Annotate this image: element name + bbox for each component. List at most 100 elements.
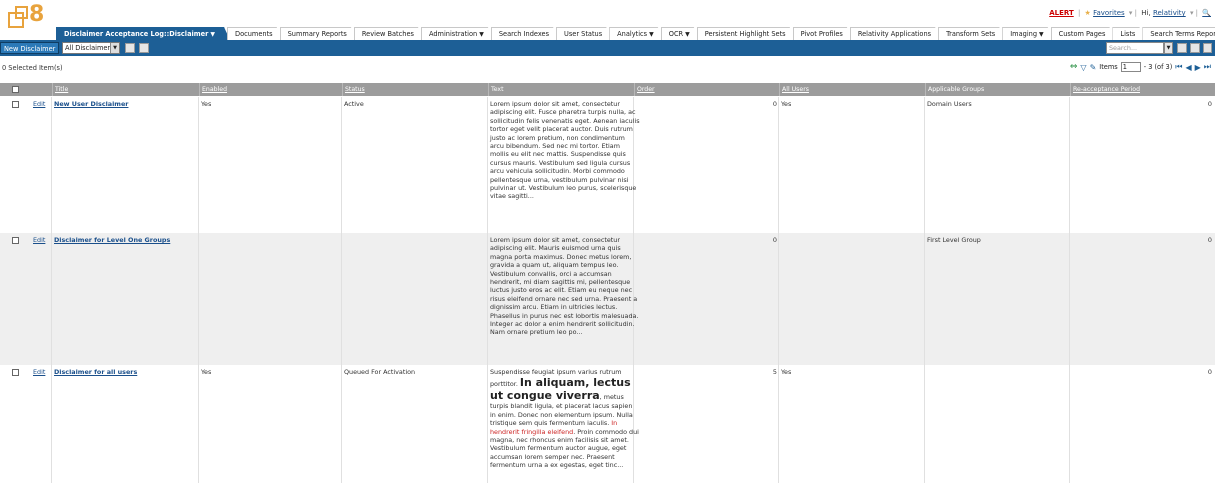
column-header-re-acceptance-period[interactable]: Re-acceptance Period [1070, 83, 1215, 96]
chevron-down-icon[interactable]: ▼ [1164, 42, 1173, 54]
tab-ocr[interactable]: OCR ▼ [661, 27, 700, 40]
grid-header: Title Enabled Status Text Order All Users Appl… [0, 83, 1215, 96]
tab-label: Pivot Profiles [800, 30, 843, 38]
relativity-logo[interactable]: 8 [8, 2, 44, 34]
reacceptance-period-value: 0 [1207, 100, 1212, 108]
help-search-icon[interactable]: 🔍 [1202, 9, 1211, 17]
view-select[interactable]: All Disclaimers ▼ [62, 42, 120, 54]
tab-search-terms-report[interactable]: Search Terms Report▼ [1142, 27, 1215, 40]
column-header-applicable-groups: Applicable Groups [925, 83, 1070, 96]
tab-label: Lists [1120, 30, 1136, 38]
tab-label: Documents [235, 30, 273, 38]
column-header-text: Text [488, 83, 634, 96]
disclaimer-text: Lorem ipsum dolor sit amet, consectetur … [490, 236, 640, 337]
search-placeholder: Search... [1109, 44, 1138, 52]
tab-relativity-applications[interactable]: Relativity Applications [850, 27, 941, 40]
column-header-title[interactable]: Title [52, 83, 199, 96]
tab-label: Analytics [617, 30, 648, 38]
search-options-icon[interactable] [1177, 43, 1187, 53]
selection-bar: 0 Selected Item(s) ⇔ ▽ ✎ Items 1 - 3 (of… [0, 60, 1215, 76]
tab-disclaimer-acceptance-log-disclaimer[interactable]: Disclaimer Acceptance Log::Disclaimer ▼ [56, 27, 230, 40]
user-menu-link[interactable]: Relativity [1153, 9, 1186, 17]
tab-label: Disclaimer Acceptance Log::Disclaimer [64, 30, 209, 38]
tab-label: Transform Sets [946, 30, 996, 38]
print-icon[interactable] [1190, 43, 1200, 53]
column-header-status[interactable]: Status [342, 83, 488, 96]
prev-page-icon[interactable]: ◀ [1185, 63, 1191, 72]
range-label: - 3 (of 3) [1143, 63, 1173, 71]
new-view-icon[interactable] [139, 43, 149, 53]
reacceptance-period-value: 0 [1207, 236, 1212, 244]
next-page-icon[interactable]: ▶ [1195, 63, 1201, 72]
row-checkbox[interactable] [12, 369, 19, 376]
text-fragment: Lorem ipsum dolor sit amet, consectetur … [490, 100, 640, 201]
page-input[interactable]: 1 [1120, 62, 1141, 72]
clear-filter-icon[interactable]: ✎ [1090, 63, 1097, 72]
row-checkbox[interactable] [12, 237, 19, 244]
column-header-enabled[interactable]: Enabled [199, 83, 342, 96]
all-users-value: Yes [781, 100, 792, 108]
filter-icon[interactable]: ▽ [1080, 63, 1086, 72]
edit-link[interactable]: Edit [33, 368, 45, 376]
greeting-label: Hi, [1141, 9, 1151, 17]
selected-count: 0 Selected Item(s) [2, 64, 63, 72]
disclaimer-title-link[interactable]: Disclaimer for Level One Groups [54, 236, 170, 244]
chevron-down-icon: ▼ [1039, 31, 1044, 38]
tab-administration[interactable]: Administration ▼ [421, 27, 494, 40]
favorites-link[interactable]: Favorites [1093, 9, 1125, 17]
tab-lists[interactable]: Lists [1112, 27, 1145, 40]
disclaimer-grid: Title Enabled Status Text Order All Users Appl… [0, 83, 1215, 483]
reacceptance-period-value: 0 [1207, 368, 1212, 376]
order-value: 0 [772, 236, 777, 244]
tab-custom-pages[interactable]: Custom Pages [1051, 27, 1116, 40]
tab-analytics[interactable]: Analytics ▼ [609, 27, 664, 40]
row-checkbox[interactable] [12, 101, 19, 108]
status-value: Active [344, 100, 364, 108]
edit-view-icon[interactable] [125, 43, 135, 53]
disclaimer-title-link[interactable]: New User Disclaimer [54, 100, 128, 108]
disclaimer-title-link[interactable]: Disclaimer for all users [54, 368, 137, 376]
tab-user-status[interactable]: User Status [556, 27, 612, 40]
status-value: Queued For Activation [344, 368, 416, 376]
text-fragment: Lorem ipsum dolor sit amet, consectetur … [490, 236, 639, 337]
tab-search-indexes[interactable]: Search Indexes [491, 27, 559, 40]
search-input[interactable]: Search... ▼ [1106, 42, 1173, 54]
chevron-down-icon: ▼ [479, 31, 484, 38]
disclaimer-text: Lorem ipsum dolor sit amet, consectetur … [490, 100, 640, 201]
tab-summary-reports[interactable]: Summary Reports [280, 27, 357, 40]
chevron-down-icon: ▼ [110, 43, 119, 53]
show-all-icon[interactable]: ⇔ [1070, 62, 1078, 72]
tab-label: Relativity Applications [857, 30, 932, 38]
tab-label: Administration [428, 30, 478, 38]
disclaimer-text: Suspendisse feugiat ipsum varius rutrum … [490, 368, 640, 470]
logo-number: 8 [29, 2, 45, 27]
chevron-down-icon: ▼ [210, 31, 215, 38]
chevron-down-icon: ▼ [649, 31, 654, 38]
tab-label: Imaging [1010, 30, 1038, 38]
order-value: 5 [772, 368, 777, 376]
last-page-icon[interactable]: ⏭ [1204, 62, 1211, 72]
enabled-value: Yes [201, 368, 212, 376]
edit-link[interactable]: Edit [33, 236, 45, 244]
column-header-all-users[interactable]: All Users [779, 83, 925, 96]
view-select-value: All Disclaimers [65, 44, 114, 52]
tab-imaging[interactable]: Imaging ▼ [1002, 27, 1053, 40]
new-disclaimer-button[interactable]: New Disclaimer [0, 42, 60, 54]
column-header-order[interactable]: Order [634, 83, 779, 96]
grid-layout-icon[interactable] [1203, 43, 1212, 53]
chevron-down-icon: ▼ [685, 31, 690, 38]
tab-persistent-highlight-sets[interactable]: Persistent Highlight Sets [697, 27, 796, 40]
applicable-groups-value: First Level Group [927, 236, 981, 244]
edit-link[interactable]: Edit [33, 100, 45, 108]
alert-link[interactable]: ALERT [1049, 9, 1074, 17]
tab-transform-sets[interactable]: Transform Sets [938, 27, 1005, 40]
first-page-icon[interactable]: ⏮ [1175, 62, 1182, 72]
app-header: 8 ALERT | ★ Favorites ▾ | Hi, Relativity… [0, 0, 1215, 40]
applicable-groups-value: Domain Users [927, 100, 972, 108]
tab-review-batches[interactable]: Review Batches [354, 27, 424, 40]
select-all-checkbox[interactable] [12, 86, 19, 93]
enabled-value: Yes [201, 100, 212, 108]
tab-pivot-profiles[interactable]: Pivot Profiles [793, 27, 853, 40]
tab-label: Review Batches [361, 30, 414, 38]
tab-documents[interactable]: Documents [227, 27, 283, 40]
